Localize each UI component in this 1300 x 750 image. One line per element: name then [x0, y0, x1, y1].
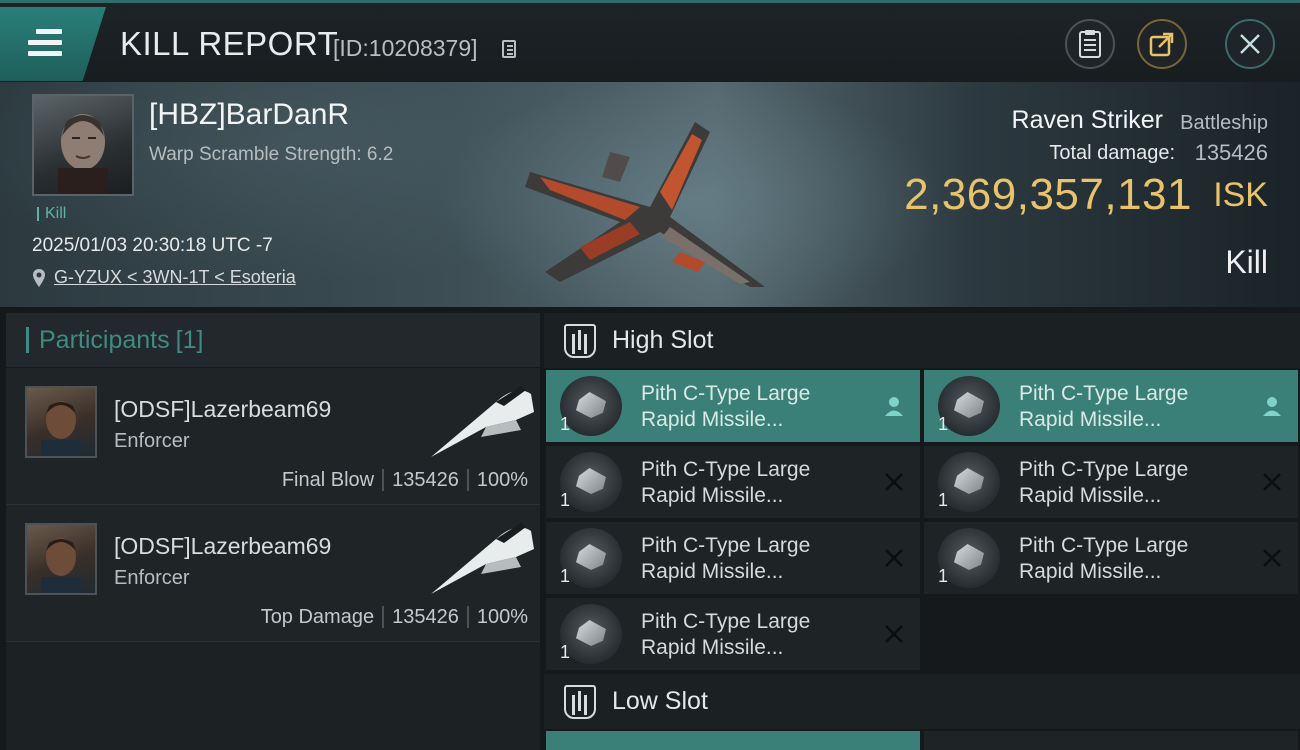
participant-stats: Final Blow 135426 100% — [282, 469, 528, 492]
participants-panel: Participants [1] [ODSF]Lazerbeam69 Enfor… — [6, 313, 540, 750]
report-id: [ID:10208379] — [333, 35, 478, 61]
victim-ship-image — [525, 122, 765, 287]
module-item[interactable]: 1 Pith C-Type Large Rapid Missile... — [924, 370, 1298, 442]
module-item[interactable]: 1 Pith C-Type Large Rapid Missile... — [546, 522, 920, 594]
victim-name[interactable]: [HBZ]BarDanR — [149, 98, 349, 132]
low-slot-label: Low Slot — [612, 687, 708, 715]
participant-damage: 135426 — [392, 469, 459, 491]
participant-card[interactable]: [ODSF]Lazerbeam69 Enforcer Final Blow 13… — [6, 368, 540, 505]
destroyed-x-icon — [1263, 549, 1281, 567]
participants-count: [1] — [175, 325, 204, 354]
destroyed-x-icon — [885, 473, 903, 491]
module-quantity: 1 — [560, 642, 571, 662]
result-label: Kill — [1225, 244, 1268, 280]
module-quantity: 1 — [560, 414, 571, 434]
participants-header: Participants [1] — [6, 313, 540, 368]
participant-ship-image — [431, 386, 534, 457]
stats-divider — [382, 469, 385, 491]
participant-card[interactable]: [ODSF]Lazerbeam69 Enforcer Top Damage 13… — [6, 505, 540, 642]
module-item[interactable]: 1 Pith C-Type Large Rapid Missile... — [546, 370, 920, 442]
top-bar: KILL REPORT [ID:10208379] — [0, 0, 1300, 82]
victim-avatar-image — [58, 114, 108, 194]
kill-tag: Kill — [37, 206, 66, 222]
share-button[interactable] — [1137, 19, 1187, 69]
low-slot-icon — [564, 684, 596, 719]
module-item[interactable]: 1 Pith C-Type Large Rapid Missile... — [924, 446, 1298, 518]
module-quantity: 1 — [938, 490, 949, 510]
close-button[interactable] — [1225, 19, 1275, 69]
participant-percent: 100% — [476, 469, 528, 491]
participant-ship: Enforcer — [114, 430, 190, 452]
destroyed-x-icon — [885, 549, 903, 567]
clipboard-button[interactable] — [1065, 19, 1115, 69]
participant-role: Top Damage — [260, 606, 375, 628]
module-quantity: 1 — [560, 490, 571, 510]
isk-value: 2,369,357,131 — [904, 170, 1192, 219]
module-item[interactable]: 1 Pith C-Type Large Rapid Missile... — [924, 522, 1298, 594]
module-item[interactable]: 1 Pith C-Type Large Rapid Missile... — [546, 446, 920, 518]
module-name: Pith C-Type Large Rapid Missile... — [641, 610, 811, 659]
victim-portrait[interactable] — [32, 94, 134, 196]
participant-percent: 100% — [476, 606, 528, 628]
clipboard-icon — [1079, 30, 1101, 58]
isk-unit: ISK — [1213, 176, 1268, 214]
header-accent-bar — [26, 327, 29, 353]
module-quantity: 1 — [938, 414, 949, 434]
participant-stats: Top Damage 135426 100% — [261, 606, 528, 629]
copy-icon[interactable] — [502, 40, 516, 58]
module-name: Pith C-Type Large Rapid Missile... — [641, 382, 811, 431]
low-slot-module-partial[interactable] — [546, 731, 920, 750]
menu-icon — [28, 29, 62, 62]
module-quantity: 1 — [938, 566, 949, 586]
low-slot-module-partial[interactable] — [924, 731, 1298, 750]
page-title: KILL REPORT — [120, 25, 339, 62]
participant-ship: Enforcer — [114, 567, 190, 589]
share-icon — [1149, 32, 1174, 57]
kill-location[interactable]: G-YZUX < 3WN-1T < Esoteria — [32, 267, 296, 288]
participant-name[interactable]: [ODSF]Lazerbeam69 — [114, 533, 331, 560]
total-damage-label: Total damage: — [1049, 142, 1175, 164]
module-quantity: 1 — [560, 566, 571, 586]
total-damage-value: 135426 — [1194, 140, 1268, 165]
pilot-icon — [885, 397, 903, 416]
participant-damage: 135426 — [392, 606, 459, 628]
participant-role: Final Blow — [281, 469, 375, 491]
high-slot-header: High Slot — [544, 313, 1300, 368]
fitting-panel: High Slot 1 Pith C-Type Large Rapid Missi… — [544, 313, 1300, 750]
high-slot-label: High Slot — [612, 326, 714, 354]
kill-timestamp: 2025/01/03 20:30:18 UTC -7 — [32, 235, 273, 256]
stats-divider — [382, 606, 385, 628]
module-item[interactable]: 1 Pith C-Type Large Rapid Missile... — [546, 598, 920, 670]
participant-avatar[interactable] — [25, 386, 97, 458]
low-slot-header: Low Slot — [544, 674, 1300, 729]
participant-avatar[interactable] — [25, 523, 97, 595]
warp-scramble-strength: Warp Scramble Strength: 6.2 — [149, 144, 394, 165]
module-name: Pith C-Type Large Rapid Missile... — [1019, 458, 1189, 507]
victim-ship-name[interactable]: Raven Striker — [1012, 106, 1163, 135]
participant-ship-image — [431, 523, 534, 594]
destroyed-x-icon — [885, 625, 903, 643]
module-name: Pith C-Type Large Rapid Missile... — [1019, 534, 1189, 583]
stats-divider — [466, 469, 469, 491]
victim-ship-class: Battleship — [1180, 112, 1268, 134]
victim-panel: [HBZ]BarDanR Warp Scramble Strength: 6.2… — [0, 82, 1300, 307]
location-link[interactable]: G-YZUX < 3WN-1T < Esoteria — [54, 267, 296, 288]
module-name: Pith C-Type Large Rapid Missile... — [1019, 382, 1189, 431]
participant-name[interactable]: [ODSF]Lazerbeam69 — [114, 396, 331, 423]
location-pin-icon — [33, 268, 45, 287]
participants-title: Participants — [39, 325, 170, 354]
module-name: Pith C-Type Large Rapid Missile... — [641, 458, 811, 507]
pilot-icon — [1263, 397, 1281, 416]
close-icon — [1240, 34, 1260, 54]
high-slot-icon — [564, 323, 596, 358]
stats-divider — [466, 606, 469, 628]
module-name: Pith C-Type Large Rapid Missile... — [641, 534, 811, 583]
destroyed-x-icon — [1263, 473, 1281, 491]
menu-button[interactable] — [0, 7, 106, 81]
